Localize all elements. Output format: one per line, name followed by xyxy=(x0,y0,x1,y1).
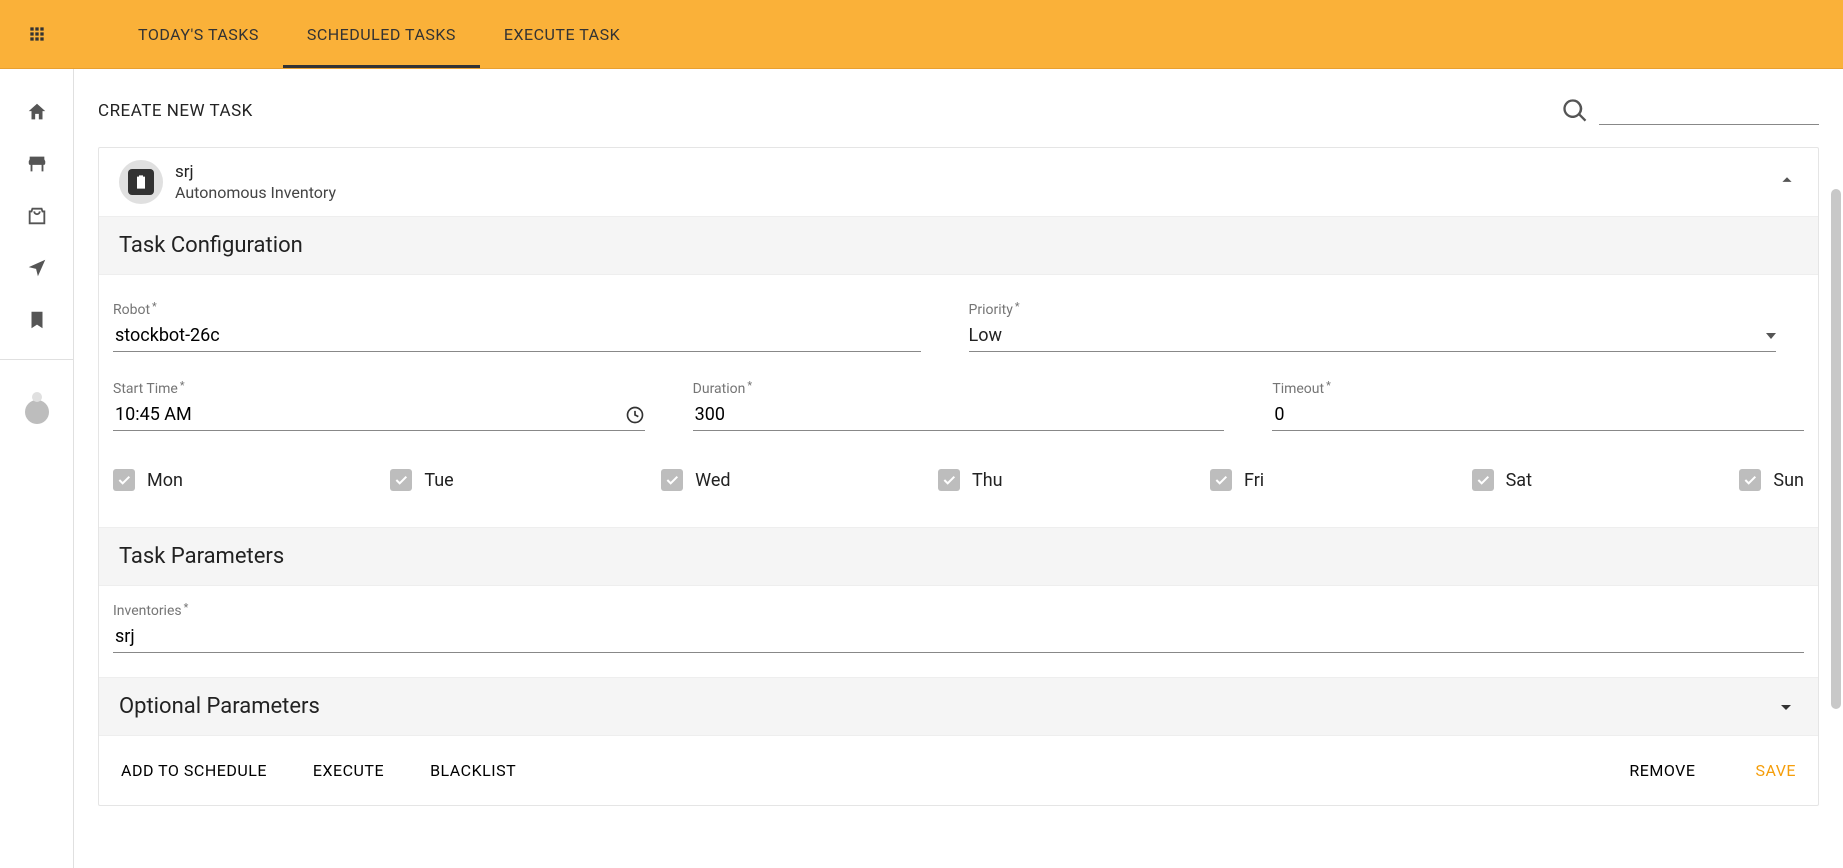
store-icon xyxy=(26,153,48,175)
priority-label: Priority xyxy=(969,302,1018,318)
section-task-parameters: Task Parameters xyxy=(99,527,1818,586)
day-wed-label: Wed xyxy=(695,470,730,491)
clipboard-icon xyxy=(133,174,149,190)
timeout-input[interactable] xyxy=(1272,403,1804,426)
sidebar-store[interactable] xyxy=(14,141,60,187)
bookmark-icon xyxy=(26,309,48,331)
top-bar: TODAY'S TASKS SCHEDULED TASKS EXECUTE TA… xyxy=(0,0,1843,69)
start-time-label: Start Time xyxy=(113,381,183,397)
start-time-input[interactable] xyxy=(113,403,625,426)
day-mon-label: Mon xyxy=(147,470,183,491)
day-tue-label: Tue xyxy=(424,470,453,491)
days-row: Mon Tue Wed Thu Fri Sat Sun xyxy=(109,447,1808,503)
day-thu-label: Thu xyxy=(972,470,1003,491)
section-title: Optional Parameters xyxy=(119,694,320,719)
sidebar-navigate[interactable] xyxy=(14,245,60,291)
section-optional-parameters[interactable]: Optional Parameters xyxy=(99,677,1818,736)
blacklist-button[interactable]: BLACKLIST xyxy=(424,760,522,781)
apps-menu-button[interactable] xyxy=(0,24,74,44)
checkbox-sat[interactable] xyxy=(1472,469,1494,491)
timeout-label: Timeout xyxy=(1272,381,1329,397)
duration-input[interactable] xyxy=(693,403,1225,426)
dropdown-caret-icon xyxy=(1766,333,1776,339)
tab-scheduled-tasks[interactable]: SCHEDULED TASKS xyxy=(283,0,480,68)
chevron-down-icon xyxy=(1774,695,1798,719)
page-header: CREATE NEW TASK xyxy=(98,69,1819,147)
check-icon xyxy=(941,472,957,488)
section-title: Task Parameters xyxy=(119,544,284,569)
sidebar xyxy=(0,69,74,868)
priority-select[interactable]: Low xyxy=(969,320,1777,352)
sidebar-bookmark[interactable] xyxy=(14,297,60,343)
execute-button[interactable]: EXECUTE xyxy=(307,760,390,781)
duration-label: Duration xyxy=(693,381,750,397)
user-avatar[interactable] xyxy=(25,400,49,424)
collapse-button[interactable] xyxy=(1776,169,1798,196)
check-icon xyxy=(1213,472,1229,488)
checkbox-fri[interactable] xyxy=(1210,469,1232,491)
main-content: CREATE NEW TASK srj Autonomous Inventor xyxy=(74,69,1843,868)
actions-bar: ADD TO SCHEDULE EXECUTE BLACKLIST REMOVE… xyxy=(99,736,1818,805)
chevron-up-icon xyxy=(1776,169,1798,191)
section-task-configuration: Task Configuration xyxy=(99,216,1818,275)
search xyxy=(1561,97,1819,125)
add-to-schedule-button[interactable]: ADD TO SCHEDULE xyxy=(115,760,273,781)
section-title: Task Configuration xyxy=(119,233,303,258)
checkbox-thu[interactable] xyxy=(938,469,960,491)
robot-label: Robot xyxy=(113,302,155,318)
scrollbar[interactable] xyxy=(1831,189,1841,709)
search-icon[interactable] xyxy=(1561,97,1589,125)
day-fri-label: Fri xyxy=(1244,470,1264,491)
priority-value: Low xyxy=(969,325,1767,346)
task-avatar xyxy=(119,160,163,204)
tab-todays-tasks[interactable]: TODAY'S TASKS xyxy=(114,0,283,68)
apps-grid-icon xyxy=(27,24,47,44)
tab-execute-task[interactable]: EXECUTE TASK xyxy=(480,0,644,68)
check-icon xyxy=(393,472,409,488)
main-tabs: TODAY'S TASKS SCHEDULED TASKS EXECUTE TA… xyxy=(74,0,644,68)
task-panel: srj Autonomous Inventory Task Configurat… xyxy=(98,147,1819,806)
panel-header[interactable]: srj Autonomous Inventory xyxy=(99,148,1818,216)
check-icon xyxy=(116,472,132,488)
sidebar-shopping[interactable] xyxy=(14,193,60,239)
robot-input[interactable] xyxy=(113,324,921,347)
check-icon xyxy=(1475,472,1491,488)
remove-button[interactable]: REMOVE xyxy=(1623,760,1701,781)
save-button[interactable]: SAVE xyxy=(1749,760,1802,781)
sidebar-divider xyxy=(0,359,73,360)
clock-icon[interactable] xyxy=(625,405,645,425)
page-title: CREATE NEW TASK xyxy=(98,101,253,121)
navigation-icon xyxy=(26,257,48,279)
day-sun-label: Sun xyxy=(1773,470,1804,491)
inventories-label: Inventories xyxy=(113,603,186,619)
checkbox-mon[interactable] xyxy=(113,469,135,491)
search-input[interactable] xyxy=(1599,97,1819,125)
task-name: srj xyxy=(175,162,336,182)
inventories-input[interactable] xyxy=(113,625,1804,648)
checkbox-sun[interactable] xyxy=(1739,469,1761,491)
checkbox-tue[interactable] xyxy=(390,469,412,491)
check-icon xyxy=(664,472,680,488)
sidebar-home[interactable] xyxy=(14,89,60,135)
check-icon xyxy=(1742,472,1758,488)
shopping-bag-icon xyxy=(26,205,48,227)
checkbox-wed[interactable] xyxy=(661,469,683,491)
day-sat-label: Sat xyxy=(1506,470,1532,491)
home-icon xyxy=(26,101,48,123)
task-subtitle: Autonomous Inventory xyxy=(175,183,336,202)
